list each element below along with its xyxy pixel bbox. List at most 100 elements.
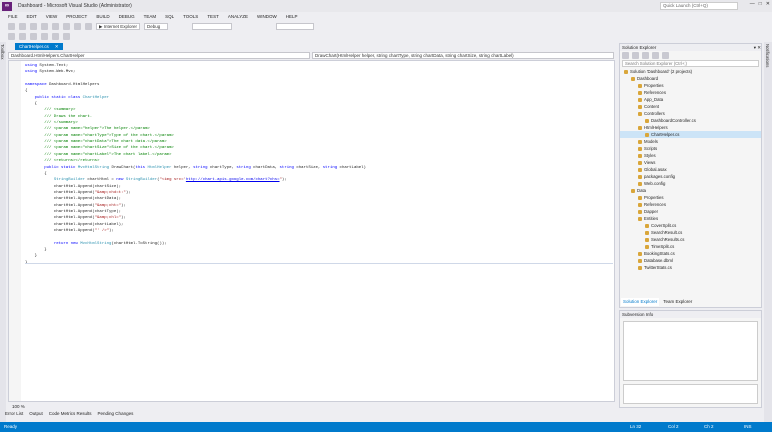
folder-icon (638, 258, 642, 263)
tree-node[interactable]: SearchResults.cs (620, 236, 761, 243)
tree-node[interactable]: HtmlHelpers (620, 124, 761, 131)
menu-item[interactable]: BUILD (96, 14, 109, 19)
tree-node[interactable]: CoverSplit.cs (620, 222, 761, 229)
quick-launch-input[interactable]: Quick Launch (Ctrl+Q) (660, 2, 738, 10)
tree-node[interactable]: Global.asax (620, 166, 761, 173)
tree-node[interactable]: Entities (620, 215, 761, 222)
menu-item[interactable]: HELP (286, 14, 298, 19)
tree-node[interactable]: ChartHelper.cs (620, 131, 761, 138)
tree-node[interactable]: Scripts (620, 145, 761, 152)
folder-icon (638, 174, 642, 179)
menu-item[interactable]: TEAM (144, 14, 157, 19)
tree-node[interactable]: References (620, 201, 761, 208)
undo-icon[interactable] (74, 22, 81, 30)
bottom-tab[interactable]: Output (29, 410, 43, 418)
tree-node-label: Dashboard (637, 76, 659, 81)
platform-select[interactable] (192, 22, 232, 30)
solution-search-input[interactable]: Search Solution Explorer (Ctrl+;) (622, 60, 759, 67)
folder-icon (645, 230, 649, 235)
status-ready: Ready (4, 424, 18, 429)
menu-item[interactable]: SQL (165, 14, 174, 19)
tree-node[interactable]: Dashboard (620, 75, 761, 82)
tree-node[interactable]: Models (620, 138, 761, 145)
tree-node[interactable]: Web.config (620, 180, 761, 187)
menu-item[interactable]: VIEW (46, 14, 58, 19)
tree-node[interactable]: SearchResult.cs (620, 229, 761, 236)
pin-icon[interactable]: ▾ ✕ (754, 44, 761, 51)
bottom-tab[interactable]: Error List (5, 410, 23, 418)
open-icon[interactable] (41, 22, 48, 30)
forward-icon[interactable] (19, 22, 26, 30)
tree-node[interactable]: Content (620, 103, 761, 110)
save-icon[interactable] (52, 22, 59, 30)
tree-node[interactable]: Properties (620, 194, 761, 201)
folder-icon (638, 83, 642, 88)
type-dropdown[interactable]: Dashboard.HtmlHelpers.ChartHelper (8, 52, 310, 59)
outdent-icon[interactable] (41, 32, 48, 40)
tree-node[interactable]: Dapper (620, 208, 761, 215)
tree-node-label: Styles (644, 153, 656, 158)
minimize-button[interactable]: — (750, 1, 755, 7)
member-dropdown[interactable]: DrawChart(HtmlHelper helper, string char… (312, 52, 614, 59)
explorer-tab[interactable]: Solution Explorer (621, 298, 660, 306)
code-editor[interactable]: using System.Text; using System.Web.Mvc;… (8, 60, 615, 402)
tree-node[interactable]: DashboardController.cs (620, 117, 761, 124)
tab-charthelper[interactable]: ChartHelper.cs ✕ (15, 43, 63, 50)
sync-icon[interactable] (632, 52, 639, 59)
refresh-icon[interactable] (642, 52, 649, 59)
comment-icon[interactable] (8, 32, 15, 40)
back-icon[interactable] (8, 22, 15, 30)
next-bookmark-icon[interactable] (63, 32, 70, 40)
tree-node[interactable]: References (620, 89, 761, 96)
folder-icon (645, 132, 649, 137)
properties-icon[interactable] (662, 52, 669, 59)
menu-item[interactable]: EDIT (27, 14, 37, 19)
menu-item[interactable]: PROJECT (66, 14, 87, 19)
redo-icon[interactable] (85, 22, 92, 30)
tree-node[interactable]: Data (620, 187, 761, 194)
bookmark-icon[interactable] (52, 32, 59, 40)
tab-close-icon[interactable]: ✕ (55, 43, 59, 50)
tree-node-label: HtmlHelpers (644, 125, 668, 130)
indent-icon[interactable] (30, 32, 37, 40)
tree-node[interactable]: Styles (620, 152, 761, 159)
notifications-strip[interactable]: Notifications (764, 42, 772, 422)
find-select[interactable] (276, 22, 314, 30)
folder-icon (638, 167, 642, 172)
menu-item[interactable]: DEBUG (119, 14, 135, 19)
maximize-button[interactable]: □ (759, 1, 762, 7)
tree-node-label: TimeSplit.cs (651, 244, 675, 249)
tree-node[interactable]: TwitterStats.cs (620, 264, 761, 271)
menu-item[interactable]: ANALYZE (228, 14, 248, 19)
tree-node[interactable]: BookingStats.cs (620, 250, 761, 257)
solution-explorer-toolbar (620, 51, 761, 59)
tree-node[interactable]: Controllers (620, 110, 761, 117)
explorer-tab[interactable]: Team Explorer (663, 298, 692, 306)
uncomment-icon[interactable] (19, 32, 26, 40)
menu-bar: FILE EDIT VIEW PROJECT BUILD DEBUG TEAM SQL TOOL… (0, 12, 772, 21)
tree-node[interactable]: App_Data (620, 96, 761, 103)
run-target-button[interactable]: ▶ Internet Explorer (96, 22, 140, 30)
zoom-level[interactable]: 100 % (8, 403, 615, 410)
save-all-icon[interactable] (63, 22, 70, 30)
tree-node[interactable]: Properties (620, 82, 761, 89)
tree-node[interactable]: packages.config (620, 173, 761, 180)
tree-node[interactable]: TimeSplit.cs (620, 243, 761, 250)
editor-gutter (9, 61, 21, 401)
bottom-tab[interactable]: Code Metrics Results (49, 410, 92, 418)
tree-node[interactable]: Views (620, 159, 761, 166)
menu-item[interactable]: TEST (207, 14, 219, 19)
toolbox-strip[interactable]: Toolbox (0, 42, 6, 422)
new-project-icon[interactable] (30, 22, 37, 30)
menu-item[interactable]: FILE (8, 14, 18, 19)
bottom-tab[interactable]: Pending Changes (98, 410, 134, 418)
tree-node[interactable]: Database.dbml (620, 257, 761, 264)
config-select[interactable]: Debug (144, 22, 168, 30)
collapse-icon[interactable] (652, 52, 659, 59)
menu-item[interactable]: TOOLS (183, 14, 198, 19)
tree-node-label: Content (644, 104, 660, 109)
menu-item[interactable]: WINDOW (257, 14, 277, 19)
home-icon[interactable] (622, 52, 629, 59)
close-button[interactable]: ✕ (766, 1, 770, 7)
tree-node[interactable]: Solution 'Dashboard' (2 projects) (620, 68, 761, 75)
